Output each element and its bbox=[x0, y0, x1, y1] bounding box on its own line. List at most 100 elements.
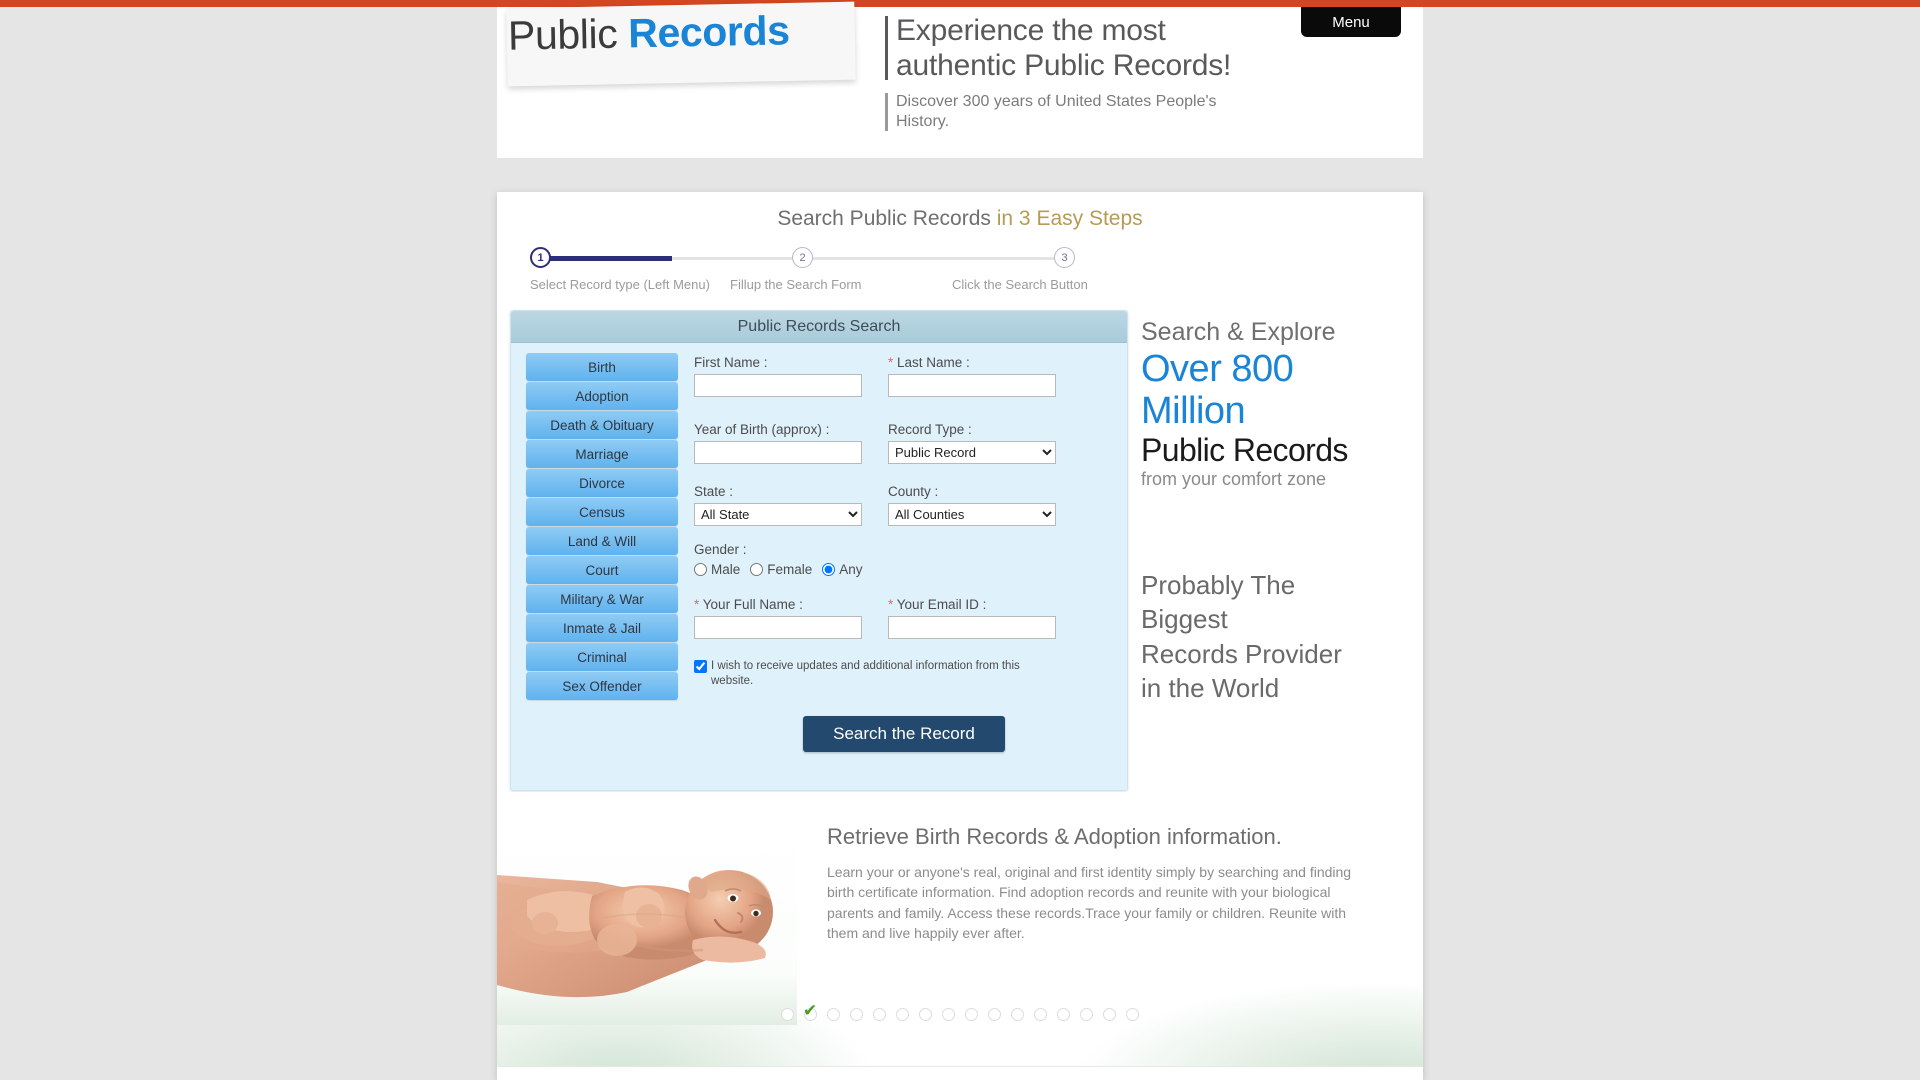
steps-title: Search Public Records in 3 Easy Steps bbox=[497, 207, 1423, 231]
carousel-dot[interactable] bbox=[827, 1008, 840, 1021]
record-menu-item-census[interactable]: Census bbox=[526, 498, 678, 526]
record-menu-item-death-obituary[interactable]: Death & Obituary bbox=[526, 411, 678, 439]
record-menu-item-court[interactable]: Court bbox=[526, 556, 678, 584]
promo-line-5: from your comfort zone bbox=[1141, 469, 1327, 490]
site-logo[interactable]: Public Records bbox=[508, 7, 790, 59]
carousel-dot[interactable] bbox=[781, 1008, 794, 1021]
steps-progress: 1 2 3 bbox=[530, 247, 1075, 269]
form-row-state-county: State : All State County : All Counties bbox=[694, 484, 1114, 532]
step-node-2[interactable]: 2 bbox=[792, 247, 813, 268]
carousel-dot[interactable] bbox=[1103, 1008, 1116, 1021]
last-name-input[interactable] bbox=[888, 374, 1056, 397]
carousel-dot[interactable] bbox=[1057, 1008, 1070, 1021]
step-node-3[interactable]: 3 bbox=[1054, 247, 1075, 268]
carousel-dot[interactable] bbox=[896, 1008, 909, 1021]
promo-line-1: Search & Explore bbox=[1141, 318, 1336, 346]
county-group: County : All Counties bbox=[888, 484, 1058, 526]
promo2-line-1: Probably The bbox=[1141, 570, 1296, 600]
record-type-group: Record Type : Public Record bbox=[888, 422, 1058, 464]
search-panel-heading: Public Records Search bbox=[511, 311, 1127, 343]
form-row-contact: * Your Full Name : * Your Email ID : bbox=[694, 597, 1114, 649]
promo2-line-2: Biggest bbox=[1141, 604, 1228, 635]
record-menu-item-criminal[interactable]: Criminal bbox=[526, 643, 678, 671]
gender-group: Gender : Male Female Any bbox=[694, 542, 1114, 577]
baby-in-hands-image bbox=[497, 820, 797, 1025]
first-name-input[interactable] bbox=[694, 374, 862, 397]
carousel-dot[interactable] bbox=[1080, 1008, 1093, 1021]
carousel-dot[interactable] bbox=[1011, 1008, 1024, 1021]
promo-line-4: Public Records bbox=[1141, 431, 1348, 468]
year-of-birth-input[interactable] bbox=[694, 441, 862, 464]
tagline-line2: authentic Public Records! bbox=[896, 49, 1232, 83]
full-name-input[interactable] bbox=[694, 616, 862, 639]
carousel-dot[interactable] bbox=[1126, 1008, 1139, 1021]
gender-label-male: Male bbox=[711, 562, 741, 577]
gender-options: Male Female Any bbox=[694, 562, 1114, 577]
step-node-1[interactable]: 1 bbox=[530, 247, 551, 268]
record-menu-item-marriage[interactable]: Marriage bbox=[526, 440, 678, 468]
last-name-group: * Last Name : bbox=[888, 355, 1058, 397]
menu-button[interactable]: Menu bbox=[1301, 7, 1401, 37]
gender-option-any[interactable]: Any bbox=[822, 562, 863, 577]
full-name-group: * Your Full Name : bbox=[694, 597, 864, 639]
carousel-dot[interactable] bbox=[988, 1008, 1001, 1021]
carousel-dot[interactable] bbox=[919, 1008, 932, 1021]
promo-line-3: Million bbox=[1141, 390, 1246, 433]
consent-checkbox[interactable] bbox=[694, 660, 707, 673]
form-row-year-recordtype: Year of Birth (approx) : Record Type : P… bbox=[694, 422, 1114, 474]
last-name-label-text: Last Name : bbox=[897, 355, 970, 370]
progress-fill bbox=[536, 256, 672, 261]
record-menu-item-land-will[interactable]: Land & Will bbox=[526, 527, 678, 555]
carousel-dot[interactable] bbox=[873, 1008, 886, 1021]
gender-label-female: Female bbox=[767, 562, 813, 577]
record-menu-item-divorce[interactable]: Divorce bbox=[526, 469, 678, 497]
steps-title-accent: in 3 Easy Steps bbox=[996, 207, 1143, 230]
state-group: State : All State bbox=[694, 484, 864, 526]
step-label-3: Click the Search Button bbox=[952, 277, 1088, 292]
last-name-label: * Last Name : bbox=[888, 355, 1058, 370]
steps-title-main: Search Public Records bbox=[777, 207, 997, 230]
gender-option-male[interactable]: Male bbox=[694, 562, 740, 577]
feature-section: Retrieve Birth Records & Adoption inform… bbox=[497, 792, 1423, 1066]
full-name-required-mark: * bbox=[694, 597, 700, 612]
record-type-menu: Birth Adoption Death & Obituary Marriage… bbox=[526, 353, 678, 701]
public-records-search-panel: Public Records Search Birth Adoption Dea… bbox=[510, 310, 1128, 791]
gender-radio-any[interactable] bbox=[822, 563, 836, 576]
search-the-record-button[interactable]: Search the Record bbox=[803, 716, 1005, 753]
record-menu-item-sex-offender[interactable]: Sex Offender bbox=[526, 672, 678, 700]
form-row-names: First Name : * Last Name : bbox=[694, 355, 1114, 407]
county-label: County : bbox=[888, 484, 939, 499]
record-type-select[interactable]: Public Record bbox=[888, 441, 1056, 464]
gender-radio-female[interactable] bbox=[750, 563, 764, 576]
carousel-dots bbox=[497, 1002, 1423, 1021]
record-type-label: Record Type : bbox=[888, 422, 972, 437]
county-select[interactable]: All Counties bbox=[888, 503, 1056, 526]
record-menu-item-military-war[interactable]: Military & War bbox=[526, 585, 678, 613]
gender-option-female[interactable]: Female bbox=[750, 562, 812, 577]
step-label-2: Fillup the Search Form bbox=[730, 277, 862, 292]
logo-prefix: Public bbox=[507, 10, 629, 59]
gender-label-any: Any bbox=[839, 562, 863, 577]
email-input[interactable] bbox=[888, 616, 1056, 639]
email-group: * Your Email ID : bbox=[888, 597, 1058, 639]
record-menu-item-birth[interactable]: Birth bbox=[526, 353, 678, 381]
record-menu-item-inmate-jail[interactable]: Inmate & Jail bbox=[526, 614, 678, 642]
full-name-label: * Your Full Name : bbox=[694, 597, 864, 612]
carousel-dot-active[interactable] bbox=[803, 1002, 817, 1021]
carousel-dot[interactable] bbox=[942, 1008, 955, 1021]
state-select[interactable]: All State bbox=[694, 503, 862, 526]
carousel-dot[interactable] bbox=[850, 1008, 863, 1021]
logo-suffix: Records bbox=[627, 7, 790, 57]
feature-title: Retrieve Birth Records & Adoption inform… bbox=[827, 824, 1282, 849]
promo2-line-4: in the World bbox=[1141, 672, 1280, 703]
gender-radio-male[interactable] bbox=[694, 563, 707, 576]
state-label: State : bbox=[694, 484, 734, 499]
last-name-required-mark: * bbox=[888, 355, 894, 370]
carousel-dot[interactable] bbox=[1034, 1008, 1047, 1021]
promo-line-2: Over 800 bbox=[1141, 347, 1294, 390]
consent-group: I wish to receive updates and additional… bbox=[694, 659, 1049, 688]
carousel-dot[interactable] bbox=[965, 1008, 978, 1021]
record-menu-item-adoption[interactable]: Adoption bbox=[526, 382, 678, 410]
promo-block-1: Search & Explore Over 800 Million Public… bbox=[1141, 318, 1411, 490]
first-name-label: First Name : bbox=[694, 355, 768, 370]
